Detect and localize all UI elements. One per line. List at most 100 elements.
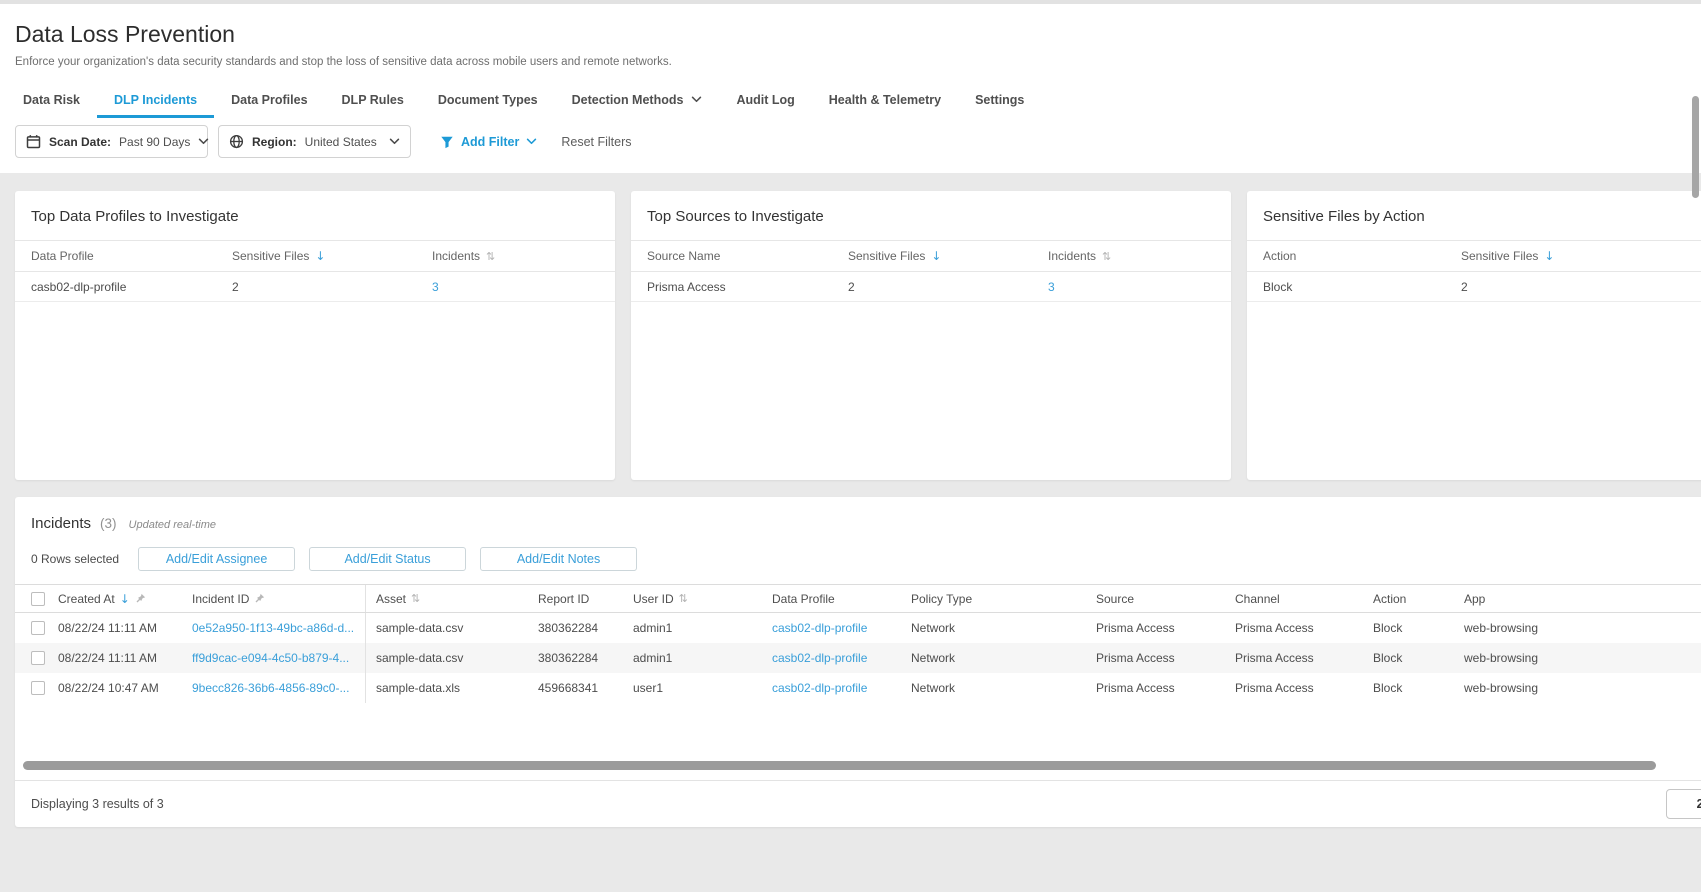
sort-both-icon[interactable]: ⇅ [411,593,420,604]
incidents-footer: Displaying 3 results of 3 25 Rows [15,780,1701,827]
column-header[interactable]: Action [1263,249,1461,263]
tab-settings[interactable]: Settings [958,81,1041,118]
card-table-header: Action Sensitive Files↓ [1247,241,1701,272]
policy-type: Network [911,613,1096,643]
column-header-created-at[interactable]: Created At ↓ [58,585,192,612]
select-all-checkbox[interactable] [31,592,45,606]
sort-desc-icon[interactable]: ↓ [931,250,941,262]
row-checkbox[interactable] [31,621,45,635]
row-checkbox[interactable] [31,681,45,695]
incidents-count-link[interactable]: 3 [1048,280,1055,294]
add-edit-assignee-button[interactable]: Add/Edit Assignee [138,547,295,571]
incident-id-link[interactable]: ff9d9cac-e094-4c50-b879-4... [192,651,349,665]
column-header-source[interactable]: Source [1096,585,1235,612]
results-summary: Displaying 3 results of 3 [31,797,164,811]
add-edit-notes-button[interactable]: Add/Edit Notes [480,547,637,571]
sort-desc-icon[interactable]: ↓ [1544,250,1554,262]
column-header-app[interactable]: App [1464,585,1701,612]
action: Block [1373,613,1464,643]
pin-icon[interactable] [135,593,146,604]
card-title: Top Data Profiles to Investigate [15,191,615,241]
sort-desc-icon[interactable]: ↓ [315,250,325,262]
sort-both-icon[interactable]: ⇅ [1102,251,1111,262]
created-at: 08/22/24 10:47 AM [58,673,192,703]
incident-row[interactable]: 08/22/24 11:11 AM 0e52a950-1f13-49bc-a86… [15,613,1701,643]
region-filter[interactable]: Region: United States [218,125,411,158]
channel: Prisma Access [1235,673,1373,703]
incidents-count-link[interactable]: 3 [432,280,439,294]
sort-both-icon[interactable]: ⇅ [679,593,688,604]
incident-row[interactable]: 08/22/24 11:11 AM ff9d9cac-e094-4c50-b87… [15,643,1701,673]
created-at: 08/22/24 11:11 AM [58,643,192,673]
bulk-actions-bar: 0 Rows selected Add/Edit Assignee Add/Ed… [15,532,1701,584]
data-profile-name: casb02-dlp-profile [31,280,232,294]
source: Prisma Access [1096,643,1235,673]
scan-date-value: Past 90 Days [119,135,190,149]
globe-icon [229,134,244,149]
tab-data-profiles[interactable]: Data Profiles [214,81,324,118]
tab-document-types[interactable]: Document Types [421,81,555,118]
tab-detection-methods[interactable]: Detection Methods [555,81,720,118]
horizontal-scrollbar-thumb[interactable] [23,761,1656,770]
report-id: 380362284 [538,613,633,643]
tab-dlp-incidents[interactable]: DLP Incidents [97,81,214,118]
report-id: 459668341 [538,673,633,703]
incident-id-link[interactable]: 0e52a950-1f13-49bc-a86d-d... [192,621,354,635]
column-header-channel[interactable]: Channel [1235,585,1373,612]
chevron-down-icon [389,138,400,145]
data-profile-link[interactable]: casb02-dlp-profile [772,681,867,695]
column-header-action[interactable]: Action [1373,585,1464,612]
column-header-report-id[interactable]: Report ID [538,585,633,612]
incidents-updated-note: Updated real-time [129,519,216,531]
incident-id-link[interactable]: 9becc826-36b6-4856-89c0-... [192,681,349,695]
created-at: 08/22/24 11:11 AM [58,613,192,643]
column-header-sorted[interactable]: Sensitive Files↓ [1461,249,1701,263]
tab-data-risk[interactable]: Data Risk [6,81,97,118]
column-header[interactable]: Incidents⇅ [1048,249,1215,263]
user-id: user1 [633,673,772,703]
pin-icon[interactable] [254,593,265,604]
reset-filters-button[interactable]: Reset Filters [561,135,631,149]
data-profile-link[interactable]: casb02-dlp-profile [772,621,867,635]
column-header[interactable]: Incidents⇅ [432,249,599,263]
chevron-down-icon [691,96,702,103]
sensitive-files-count: 2 [848,280,1048,294]
column-header-policy-type[interactable]: Policy Type [911,585,1096,612]
tab-dlp-rules[interactable]: DLP Rules [325,81,421,118]
incidents-panel: Incidents (3) Updated real-time 0 Rows s… [15,497,1701,827]
column-header-sorted[interactable]: Sensitive Files↓ [848,249,1048,263]
column-header-data-profile[interactable]: Data Profile [772,585,911,612]
scan-date-filter[interactable]: Scan Date: Past 90 Days [15,125,208,158]
card-table-header: Data Profile Sensitive Files↓ Incidents⇅ [15,241,615,272]
chevron-down-icon [198,138,209,145]
column-header[interactable]: Data Profile [31,249,232,263]
sort-desc-icon[interactable]: ↓ [120,593,130,605]
data-profile-link[interactable]: casb02-dlp-profile [772,651,867,665]
action: Block [1373,673,1464,703]
page-header: Data Loss Prevention Enforce your organi… [0,4,1701,173]
vertical-scrollbar-thumb[interactable] [1692,96,1699,198]
scan-date-label: Scan Date: [49,135,111,149]
sensitive-files-count: 2 [1461,280,1701,294]
region-label: Region: [252,135,297,149]
tab-audit-log[interactable]: Audit Log [719,81,811,118]
incident-row[interactable]: 08/22/24 10:47 AM 9becc826-36b6-4856-89c… [15,673,1701,703]
column-header-incident-id[interactable]: Incident ID [192,585,366,612]
column-header-sorted[interactable]: Sensitive Files↓ [232,249,432,263]
rows-per-page-button[interactable]: 25 Rows [1666,789,1701,819]
sensitive-files-count: 2 [232,280,432,294]
add-edit-status-button[interactable]: Add/Edit Status [309,547,466,571]
sort-both-icon[interactable]: ⇅ [486,251,495,262]
column-header-asset[interactable]: Asset ⇅ [366,585,538,612]
tab-health-telemetry[interactable]: Health & Telemetry [812,81,958,118]
table-row: casb02-dlp-profile 2 3 [15,272,615,302]
source: Prisma Access [1096,613,1235,643]
row-checkbox[interactable] [31,651,45,665]
add-filter-button[interactable]: Add Filter [440,135,537,149]
policy-type: Network [911,673,1096,703]
column-header[interactable]: Source Name [647,249,848,263]
incidents-title: Incidents [31,515,91,532]
filter-funnel-icon [440,135,454,149]
column-header-user-id[interactable]: User ID ⇅ [633,585,772,612]
calendar-icon [26,134,41,149]
